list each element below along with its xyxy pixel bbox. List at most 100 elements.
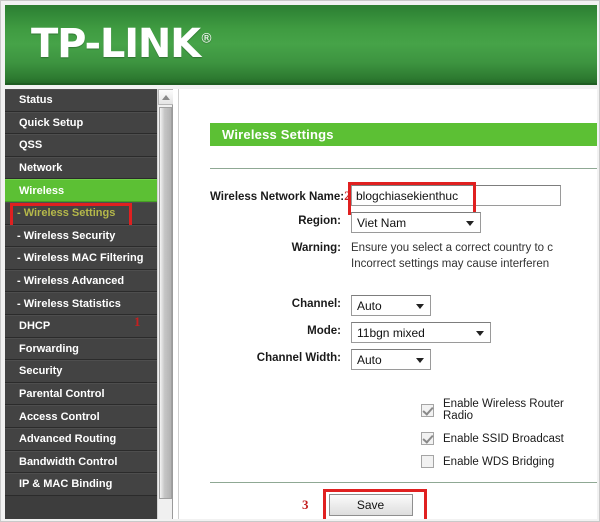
sidebar-item-label: - Wireless Settings xyxy=(17,207,116,220)
save-area: 3 Save xyxy=(210,489,597,519)
mode-select[interactable]: 11bgn mixed xyxy=(351,322,491,343)
sidebar-item-quick-setup[interactable]: Quick Setup xyxy=(5,111,157,135)
main-content: Wireless Settings Wireless Network Name:… xyxy=(180,89,597,519)
row-mode: Mode: 11bgn mixed xyxy=(210,322,597,343)
chevron-down-icon xyxy=(416,303,424,309)
body-area: Status Quick Setup QSS Network Wireless … xyxy=(5,89,597,519)
region-label: Region: xyxy=(298,215,341,227)
mode-label: Mode: xyxy=(307,325,341,337)
sidebar-item-wireless-security[interactable]: - Wireless Security xyxy=(5,224,157,248)
enable-wds-bridging-checkbox[interactable] xyxy=(421,455,434,468)
divider-bottom xyxy=(210,482,597,483)
channel-field-wrap: Auto xyxy=(345,295,431,316)
channel-label: Channel: xyxy=(291,298,341,310)
sidebar-item-label: Advanced Routing xyxy=(19,433,117,446)
sidebar-item-label: DHCP xyxy=(19,320,51,333)
sidebar-item-label: Network xyxy=(19,162,63,175)
sidebar-item-label: Forwarding xyxy=(19,342,79,355)
row-channel: Channel: Auto xyxy=(210,295,597,316)
tp-link-logo: TP-LINK® xyxy=(31,21,213,67)
sidebar-item-wireless-mac-filtering[interactable]: - Wireless MAC Filtering xyxy=(5,247,157,270)
ssid-label-text: Wireless Network Name: xyxy=(210,191,345,203)
checkbox-label: Enable Wireless Router Radio xyxy=(443,398,564,422)
row-warning: Warning: Ensure you select a correct cou… xyxy=(210,239,597,271)
enable-wireless-router-radio-checkbox[interactable] xyxy=(421,403,434,417)
channel-width-label: Channel Width: xyxy=(256,352,341,364)
warning-line-2: Incorrect settings may cause interferen xyxy=(351,258,550,270)
checkbox-label: Enable WDS Bridging xyxy=(443,455,555,468)
warning-text-wrap: Ensure you select a correct country to c… xyxy=(345,239,553,271)
sidebar-item-label: Status xyxy=(19,94,53,107)
mode-field-wrap: 11bgn mixed xyxy=(345,322,491,343)
chevron-down-icon xyxy=(466,220,474,226)
sidebar-item-qss[interactable]: QSS xyxy=(5,134,157,157)
save-button[interactable]: Save xyxy=(328,494,413,516)
ssid-field-wrap xyxy=(345,182,561,215)
save-button-label: Save xyxy=(356,498,385,512)
sidebar-item-label: - Wireless Advanced xyxy=(17,275,125,288)
brand-name: TP-LINK xyxy=(31,21,201,67)
sidebar-item-label: Quick Setup xyxy=(19,116,84,129)
region-select[interactable]: Viet Nam xyxy=(351,212,481,233)
sidebar-item-status[interactable]: Status xyxy=(5,89,157,112)
sidebar-nav: Status Quick Setup QSS Network Wireless … xyxy=(5,89,157,519)
channel-width-select-value: Auto xyxy=(357,352,382,367)
mode-select-value: 11bgn mixed xyxy=(357,325,425,340)
form-spacer xyxy=(210,277,597,295)
ssid-label: Wireless Network Name:2 xyxy=(210,185,351,204)
sidebar-scrollbar[interactable] xyxy=(157,89,174,519)
content-divider xyxy=(173,89,179,519)
region-field-wrap: Viet Nam xyxy=(345,212,481,233)
sidebar-item-label: Security xyxy=(19,365,63,378)
sidebar-item-wireless-statistics[interactable]: - Wireless Statistics xyxy=(5,292,157,315)
channel-select[interactable]: Auto xyxy=(351,295,431,316)
row-channel-width: Channel Width: Auto xyxy=(210,349,597,370)
registered-mark-icon: ® xyxy=(199,31,213,47)
region-select-value: Viet Nam xyxy=(357,215,407,230)
sidebar-item-label: IP & MAC Binding xyxy=(19,478,113,491)
checkbox-row-router-radio[interactable]: Enable Wireless Router Radio xyxy=(421,398,597,422)
warning-line-1: Ensure you select a correct country to c xyxy=(351,242,553,254)
channel-width-select[interactable]: Auto xyxy=(351,349,431,370)
ssid-input[interactable] xyxy=(351,185,561,206)
sidebar-item-label: Wireless xyxy=(19,184,65,197)
annotation-marker-3: 3 xyxy=(302,497,309,512)
sidebar-item-wireless-advanced[interactable]: - Wireless Advanced xyxy=(5,269,157,293)
router-admin-page: TP-LINK® Status Quick Setup QSS Network … xyxy=(0,0,600,522)
sidebar-item-bandwidth-control[interactable]: Bandwidth Control xyxy=(5,450,157,474)
checkbox-group: Enable Wireless Router Radio Enable SSID… xyxy=(210,398,597,468)
wireless-settings-form: Wireless Network Name:2 Region: Viet Nam xyxy=(210,182,597,519)
channel-select-value: Auto xyxy=(357,298,382,313)
sidebar-item-access-control[interactable]: Access Control xyxy=(5,405,157,428)
page-title: Wireless Settings xyxy=(210,123,597,146)
enable-ssid-broadcast-checkbox[interactable] xyxy=(421,432,434,445)
checkbox-row-wds-bridging[interactable]: Enable WDS Bridging xyxy=(421,455,597,468)
divider-top xyxy=(210,168,597,169)
sidebar-item-parental-control[interactable]: Parental Control xyxy=(5,382,157,406)
save-button-wrap: Save xyxy=(322,489,427,519)
sidebar-item-label: Bandwidth Control xyxy=(19,455,118,468)
sidebar-item-label: Parental Control xyxy=(19,388,105,401)
sidebar-item-security[interactable]: Security xyxy=(5,360,157,383)
scroll-up-arrow-icon[interactable] xyxy=(158,89,174,105)
sidebar-item-network[interactable]: Network xyxy=(5,156,157,180)
warning-label: Warning: xyxy=(291,242,341,254)
chevron-down-icon xyxy=(416,357,424,363)
sidebar-item-wireless-settings[interactable]: - Wireless Settings xyxy=(5,201,157,231)
channel-width-field-wrap: Auto xyxy=(345,349,431,370)
form-spacer-2 xyxy=(210,376,597,394)
sidebar-item-ip-mac-binding[interactable]: IP & MAC Binding xyxy=(5,473,157,496)
sidebar-item-label: QSS xyxy=(19,139,43,152)
sidebar-item-label: - Wireless MAC Filtering xyxy=(17,252,144,265)
sidebar-item-forwarding[interactable]: Forwarding xyxy=(5,337,157,361)
row-region: Region: Viet Nam xyxy=(210,212,597,233)
row-ssid: Wireless Network Name:2 xyxy=(210,182,597,215)
chevron-down-icon xyxy=(476,330,484,336)
scrollbar-thumb[interactable] xyxy=(159,107,172,499)
sidebar-item-label: - Wireless Security xyxy=(17,229,116,242)
checkbox-row-ssid-broadcast[interactable]: Enable SSID Broadcast xyxy=(421,432,597,445)
sidebar-item-label: Access Control xyxy=(19,410,100,423)
sidebar-item-wireless[interactable]: Wireless xyxy=(5,179,157,202)
sidebar-item-advanced-routing[interactable]: Advanced Routing xyxy=(5,427,157,451)
sidebar-item-label: - Wireless Statistics xyxy=(17,297,121,310)
